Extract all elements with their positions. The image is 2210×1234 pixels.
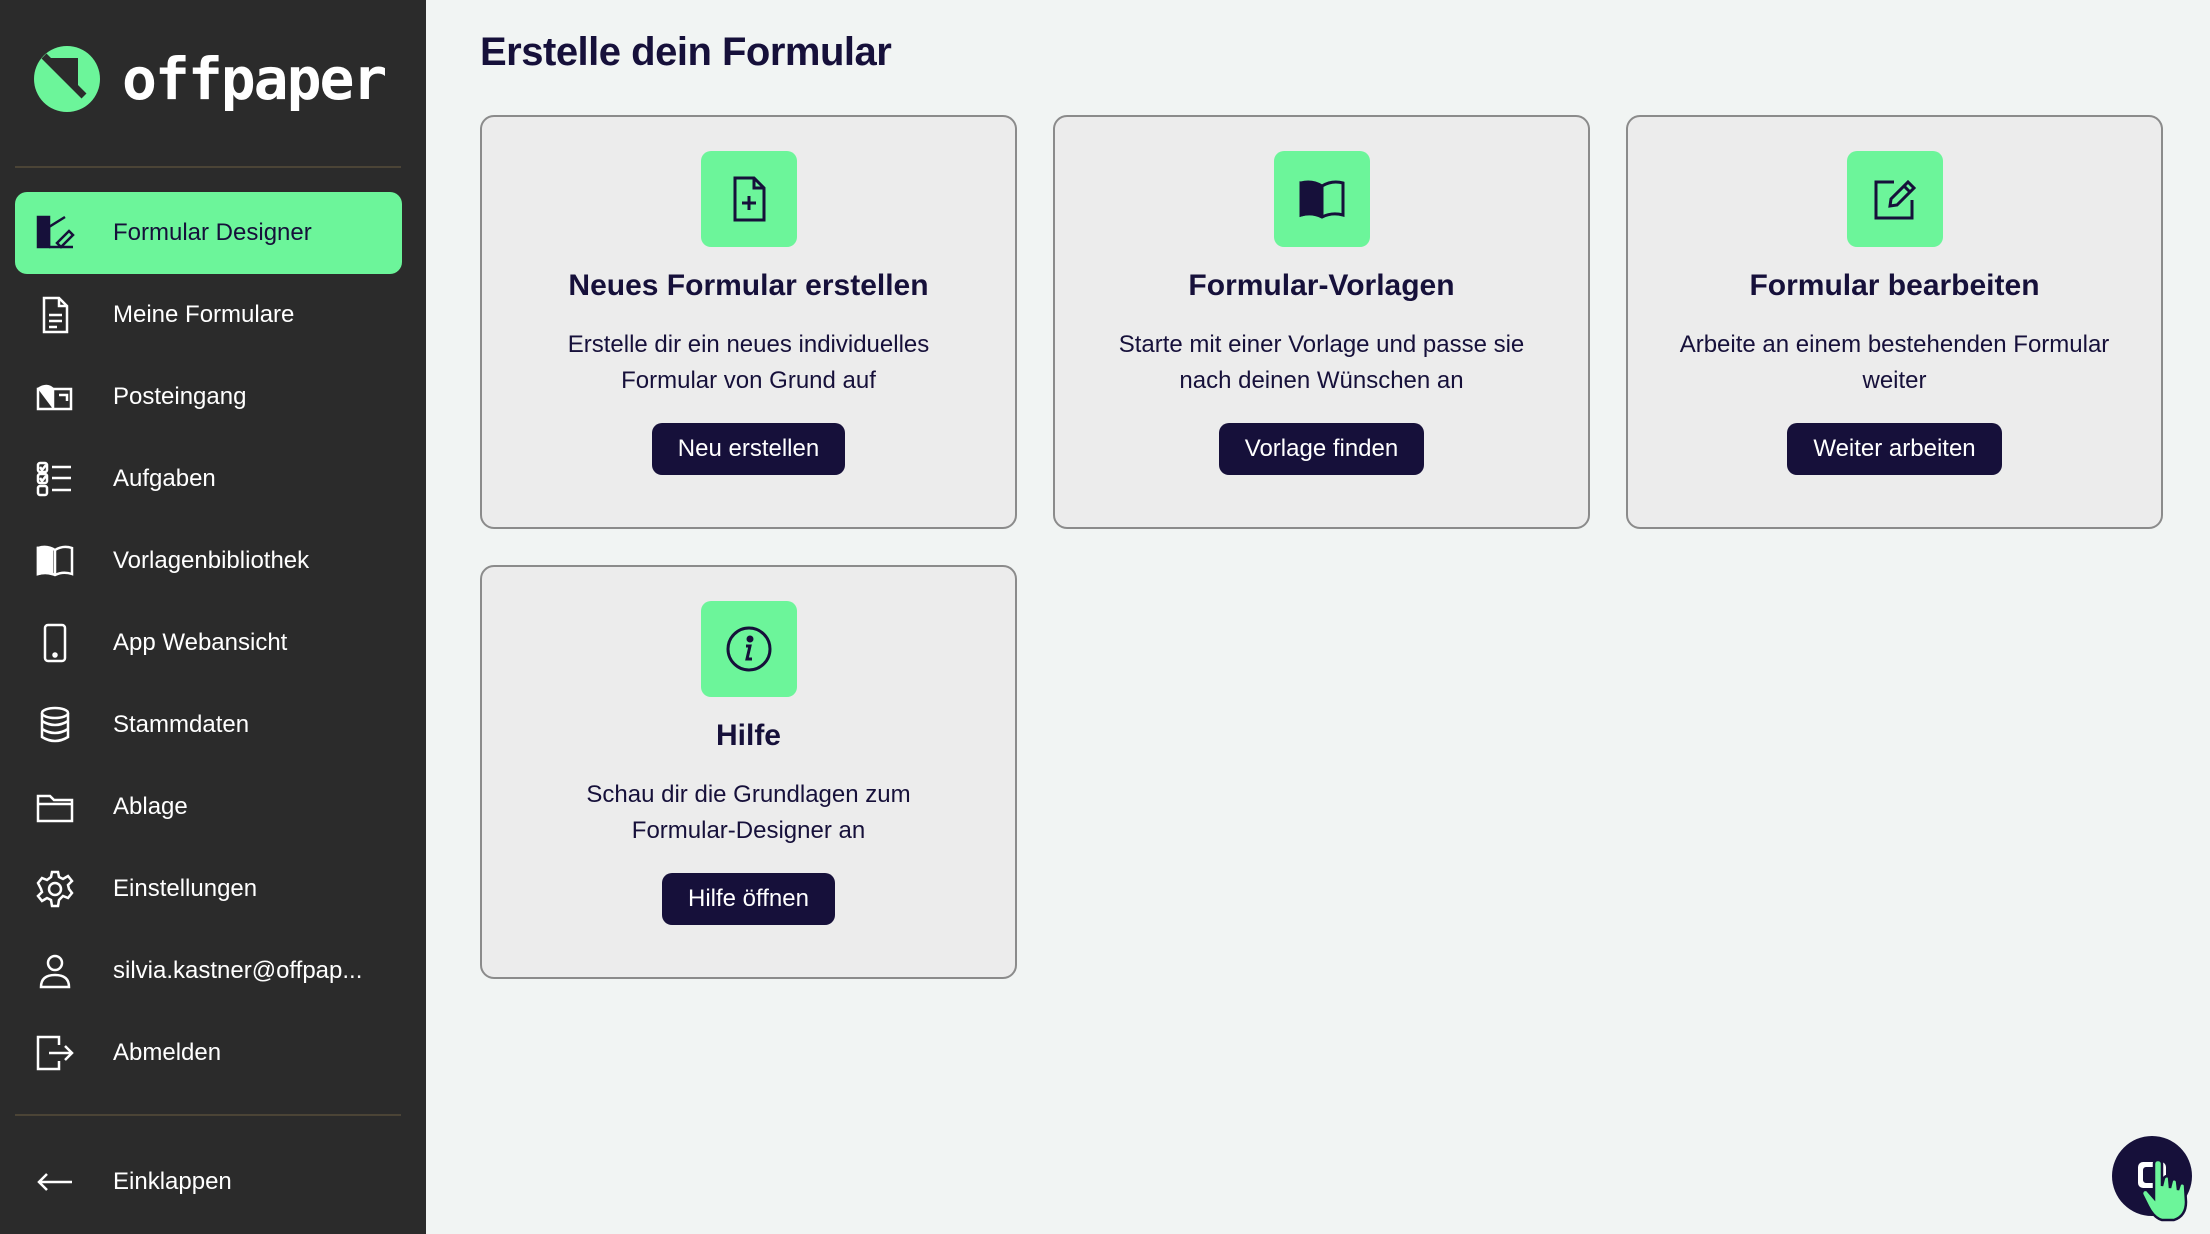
folder-icon — [35, 787, 95, 827]
sidebar-item-label: Abmelden — [113, 1039, 222, 1066]
info-icon — [700, 601, 797, 697]
arrow-left-icon — [35, 1162, 95, 1202]
card-description: Erstelle dir ein neues individuelles For… — [519, 327, 979, 399]
gear-icon — [35, 869, 95, 909]
card-edit-form: Formular bearbeiten Arbeite an einem bes… — [1626, 115, 2163, 529]
user-icon — [35, 951, 95, 991]
sidebar-item-aufgaben[interactable]: Aufgaben — [15, 438, 402, 520]
database-icon — [35, 705, 95, 745]
sidebar-item-app-webansicht[interactable]: App Webansicht — [15, 602, 402, 684]
sidebar-item-meine-formulare[interactable]: Meine Formulare — [15, 274, 402, 356]
sidebar-item-label: Aufgaben — [113, 465, 216, 492]
card-description: Arbeite an einem bestehenden Formular we… — [1665, 327, 2125, 399]
card-description-line: Starte mit einer Vorlage und passe sie — [1118, 331, 1525, 358]
main-content: Erstelle dein Formular Neues Formular er… — [426, 0, 2210, 1234]
sidebar-item-label: Stammdaten — [113, 711, 250, 738]
app-window: offpaper Formular Designer Meine Formula… — [0, 0, 2210, 1234]
card-help: Hilfe Schau dir die Grundlagen zum Formu… — [480, 565, 1017, 979]
card-description-line: weiter — [1862, 367, 1927, 394]
edit-icon — [1846, 151, 1943, 247]
sidebar-item-label: Posteingang — [113, 383, 247, 410]
card-title: Neues Formular erstellen — [568, 269, 929, 302]
card-description-line: nach deinen Wünschen an — [1179, 367, 1464, 394]
sidebar-item-label: App Webansicht — [113, 629, 288, 656]
card-description-line: Formular-Designer an — [631, 817, 866, 844]
logout-icon — [35, 1033, 95, 1073]
card-templates: Formular-Vorlagen Starte mit einer Vorla… — [1053, 115, 1590, 529]
card-title: Hilfe — [715, 719, 781, 752]
sidebar-item-abmelden[interactable]: Abmelden — [15, 1012, 402, 1094]
card-description-line: Schau dir die Grundlagen zum — [586, 781, 911, 808]
page-title: Erstelle dein Formular — [480, 30, 892, 74]
sidebar-item-einstellungen[interactable]: Einstellungen — [15, 848, 402, 930]
continue-editing-button[interactable]: Weiter arbeiten — [1787, 423, 2002, 475]
card-title: Formular-Vorlagen — [1188, 269, 1455, 302]
sidebar-item-label: Formular Designer — [113, 219, 312, 246]
tasks-icon — [35, 459, 95, 499]
open-help-button[interactable]: Hilfe öffnen — [662, 873, 835, 925]
form-designer-icon — [35, 213, 95, 253]
sidebar-item-label: Einstellungen — [113, 875, 258, 902]
collapse-button[interactable]: Einklappen — [15, 1141, 402, 1223]
card-description-line: Formular von Grund auf — [621, 367, 876, 394]
sidebar-item-label: silvia.kastner@offpap... — [113, 957, 363, 984]
new-form-button[interactable]: Neu erstellen — [651, 423, 846, 475]
inbox-icon — [35, 377, 95, 417]
card-description-line: Arbeite an einem bestehenden Formular — [1679, 331, 2110, 358]
sidebar-item-label: Vorlagenbibliothek — [113, 547, 310, 574]
book-icon — [35, 541, 95, 581]
collapse-sidebar: Einklappen — [15, 1141, 402, 1223]
phone-icon — [35, 623, 95, 663]
sidebar-item-label: Meine Formulare — [113, 301, 295, 328]
card-description-line: Erstelle dir ein neues individuelles — [567, 331, 930, 358]
sidebar: offpaper Formular Designer Meine Formula… — [0, 0, 426, 1234]
sidebar-divider — [15, 166, 401, 168]
find-template-button[interactable]: Vorlage finden — [1218, 423, 1425, 475]
card-title: Formular bearbeiten — [1749, 269, 2040, 302]
sidebar-item-posteingang[interactable]: Posteingang — [15, 356, 402, 438]
collapse-label: Einklappen — [113, 1168, 232, 1195]
sidebar-item-vorlagenbibliothek[interactable]: Vorlagenbibliothek — [15, 520, 402, 602]
sidebar-item-formular-designer[interactable]: Formular Designer — [15, 192, 402, 274]
card-new-form: Neues Formular erstellen Erstelle dir ei… — [480, 115, 1017, 529]
sidebar-nav: Formular Designer Meine Formulare Postei… — [15, 192, 402, 1094]
hand-cursor-icon — [2140, 1158, 2188, 1222]
sidebar-divider — [15, 1114, 401, 1116]
file-plus-icon — [700, 151, 797, 247]
open-book-icon — [1273, 151, 1370, 247]
document-icon — [35, 295, 95, 335]
card-description: Schau dir die Grundlagen zum Formular-De… — [519, 777, 979, 849]
app-name: offpaper — [122, 45, 387, 113]
sidebar-item-label: Ablage — [113, 793, 188, 820]
card-description: Starte mit einer Vorlage und passe sie n… — [1092, 327, 1552, 399]
sidebar-item-ablage[interactable]: Ablage — [15, 766, 402, 848]
logo[interactable]: offpaper — [32, 44, 387, 114]
sidebar-item-user[interactable]: silvia.kastner@offpap... — [15, 930, 402, 1012]
offpaper-logo-icon — [34, 46, 100, 112]
sidebar-item-stammdaten[interactable]: Stammdaten — [15, 684, 402, 766]
